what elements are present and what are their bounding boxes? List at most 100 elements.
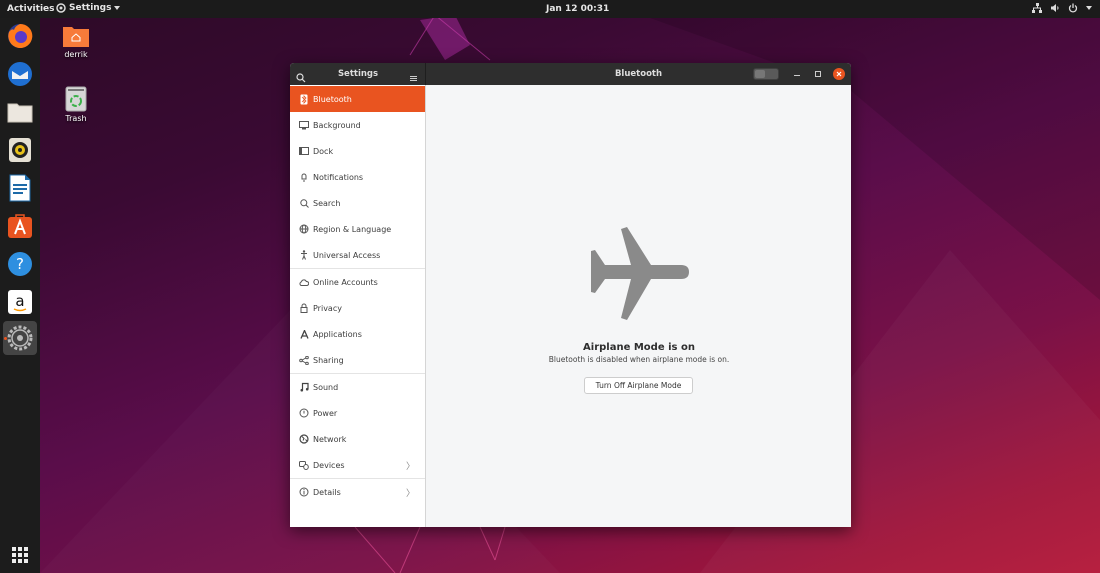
amazon-icon: a (8, 290, 32, 314)
background-icon (298, 120, 310, 130)
status-title: Airplane Mode is on (583, 342, 695, 353)
globe-icon (298, 224, 310, 234)
activities-button[interactable]: Activities (7, 4, 55, 14)
lock-icon (298, 303, 310, 313)
firefox-icon (8, 23, 33, 48)
desktop-icon-home[interactable]: derrik (51, 24, 101, 59)
bluetooth-toggle[interactable] (753, 68, 779, 80)
desktop-icon-trash[interactable]: Trash (51, 86, 101, 123)
show-applications-button[interactable] (3, 538, 37, 572)
sidebar-item-details[interactable]: Details 〉 (290, 479, 425, 505)
writer-icon (9, 174, 31, 202)
header-bar: Settings Bluetooth (290, 63, 851, 85)
settings-window: Settings Bluetooth Bluetooth Background (290, 63, 851, 527)
sidebar-item-universal-access[interactable]: Universal Access (290, 242, 425, 268)
sidebar-item-applications[interactable]: Applications (290, 321, 425, 347)
sidebar-item-dock[interactable]: Dock (290, 138, 425, 164)
volume-icon[interactable] (1050, 3, 1060, 13)
sidebar-item-label: Applications (313, 329, 362, 339)
settings-icon (7, 325, 33, 351)
maximize-button[interactable] (812, 68, 824, 80)
sidebar-item-region-language[interactable]: Region & Language (290, 216, 425, 242)
minimize-button[interactable] (791, 68, 803, 80)
minimize-icon (794, 75, 800, 76)
dock-item-thunderbird[interactable] (3, 57, 37, 91)
desktop-icon-label: Trash (65, 114, 87, 123)
dock-item-settings[interactable] (3, 321, 37, 355)
close-button[interactable] (833, 68, 845, 80)
toggle-knob (755, 70, 765, 78)
dock-item-firefox[interactable] (3, 19, 37, 53)
accessibility-icon (298, 250, 310, 260)
dropdown-arrow-icon[interactable] (1086, 6, 1092, 10)
sidebar-title: Settings (337, 69, 379, 79)
sidebar-item-online-accounts[interactable]: Online Accounts (290, 269, 425, 295)
app-menu-label: Settings (69, 3, 112, 13)
sidebar-item-search[interactable]: Search (290, 190, 425, 216)
svg-text:a: a (15, 292, 24, 310)
clock[interactable]: Jan 12 00:31 (546, 4, 609, 14)
hamburger-menu-icon (410, 76, 417, 81)
system-tray[interactable] (1032, 3, 1092, 13)
dock-item-software[interactable] (3, 209, 37, 243)
turn-off-airplane-mode-button[interactable]: Turn Off Airplane Mode (584, 377, 693, 394)
software-icon (8, 214, 32, 238)
home-folder-icon (63, 27, 89, 47)
rhythmbox-icon (9, 138, 31, 162)
sidebar-item-network[interactable]: Network (290, 426, 425, 452)
chevron-down-icon (114, 6, 121, 10)
sidebar-item-sharing[interactable]: Sharing (290, 347, 425, 373)
sidebar-item-label: Devices (313, 460, 345, 470)
network-globe-icon (298, 434, 310, 444)
sidebar-item-privacy[interactable]: Privacy (290, 295, 425, 321)
files-icon (7, 103, 33, 123)
bluetooth-panel: Airplane Mode is on Bluetooth is disable… (427, 85, 851, 527)
network-icon[interactable] (1032, 3, 1042, 13)
sidebar-item-background[interactable]: Background (290, 112, 425, 138)
settings-gear-icon (56, 3, 66, 13)
sidebar-item-sound[interactable]: Sound (290, 374, 425, 400)
sidebar-item-notifications[interactable]: Notifications (290, 164, 425, 190)
sidebar-item-label: Dock (313, 146, 334, 156)
sidebar-item-label: Region & Language (313, 224, 392, 234)
running-indicator (4, 337, 7, 340)
close-icon (836, 71, 842, 77)
sidebar-item-label: Privacy (313, 303, 342, 313)
desktop-icon-label: derrik (64, 50, 88, 59)
status-subtitle: Bluetooth is disabled when airplane mode… (548, 355, 730, 364)
dock-item-help[interactable]: ? (3, 247, 37, 281)
sidebar-item-power[interactable]: Power (290, 400, 425, 426)
power-icon[interactable] (1068, 3, 1078, 13)
sidebar-item-devices[interactable]: Devices 〉 (290, 452, 425, 478)
share-icon (298, 355, 310, 365)
music-note-icon (298, 382, 310, 392)
chevron-right-icon: 〉 (405, 461, 415, 472)
dock: ? a (0, 18, 40, 573)
sidebar-item-label: Universal Access (313, 250, 381, 260)
sidebar-item-label: Sound (313, 382, 339, 392)
dock-icon (298, 147, 310, 155)
sidebar-item-label: Background (313, 120, 361, 130)
power-icon (298, 408, 310, 418)
dock-item-rhythmbox[interactable] (3, 133, 37, 167)
applications-icon (298, 329, 310, 339)
info-icon (298, 487, 310, 497)
app-grid-icon (12, 547, 28, 563)
bluetooth-icon (298, 94, 310, 105)
sidebar-item-label: Details (313, 487, 341, 497)
top-bar: Activities Settings Jan 12 00:31 (0, 0, 1100, 18)
devices-icon (298, 460, 310, 470)
sidebar-item-label: Online Accounts (313, 277, 378, 287)
sidebar-item-label: Power (313, 408, 338, 418)
svg-text:?: ? (16, 255, 24, 273)
app-menu[interactable]: Settings (56, 3, 121, 13)
dock-item-amazon[interactable]: a (3, 285, 37, 319)
cloud-icon (298, 278, 310, 286)
dock-item-files[interactable] (3, 95, 37, 129)
dock-item-writer[interactable] (3, 171, 37, 205)
chevron-right-icon: 〉 (405, 488, 415, 499)
trash-icon (65, 86, 87, 112)
sidebar-item-label: Bluetooth (313, 94, 352, 104)
sidebar-item-bluetooth[interactable]: Bluetooth (290, 86, 425, 112)
help-icon: ? (8, 252, 32, 276)
